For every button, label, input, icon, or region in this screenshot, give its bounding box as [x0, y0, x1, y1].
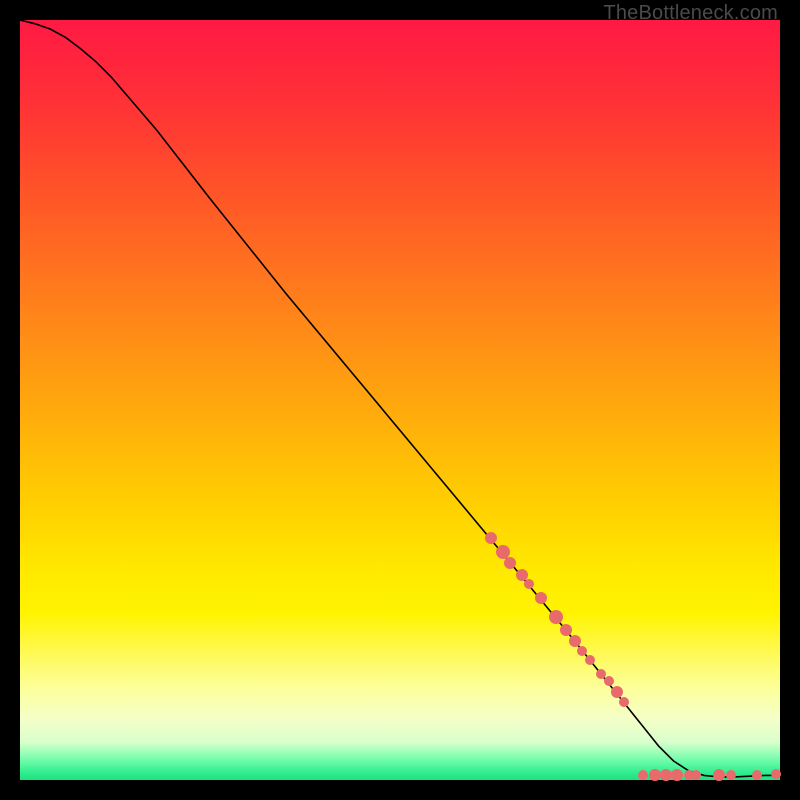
data-point [691, 770, 701, 780]
data-point [577, 646, 587, 656]
data-point [619, 697, 629, 707]
data-point [535, 592, 547, 604]
data-point [485, 532, 497, 544]
data-point [611, 686, 623, 698]
data-point [560, 624, 572, 636]
data-point [726, 770, 736, 780]
data-point [504, 557, 516, 569]
data-point [585, 655, 595, 665]
data-point [713, 769, 725, 781]
data-point [524, 579, 534, 589]
data-point [569, 635, 581, 647]
watermark-label: TheBottleneck.com [603, 2, 778, 25]
data-point [549, 610, 563, 624]
data-point [752, 770, 762, 780]
data-point [671, 769, 683, 781]
data-point [771, 769, 781, 779]
data-point [604, 676, 614, 686]
data-point [649, 769, 661, 781]
data-point [660, 769, 672, 781]
data-point [638, 770, 648, 780]
scatter-points-layer [20, 20, 780, 780]
chart-container: TheBottleneck.com [0, 0, 800, 800]
